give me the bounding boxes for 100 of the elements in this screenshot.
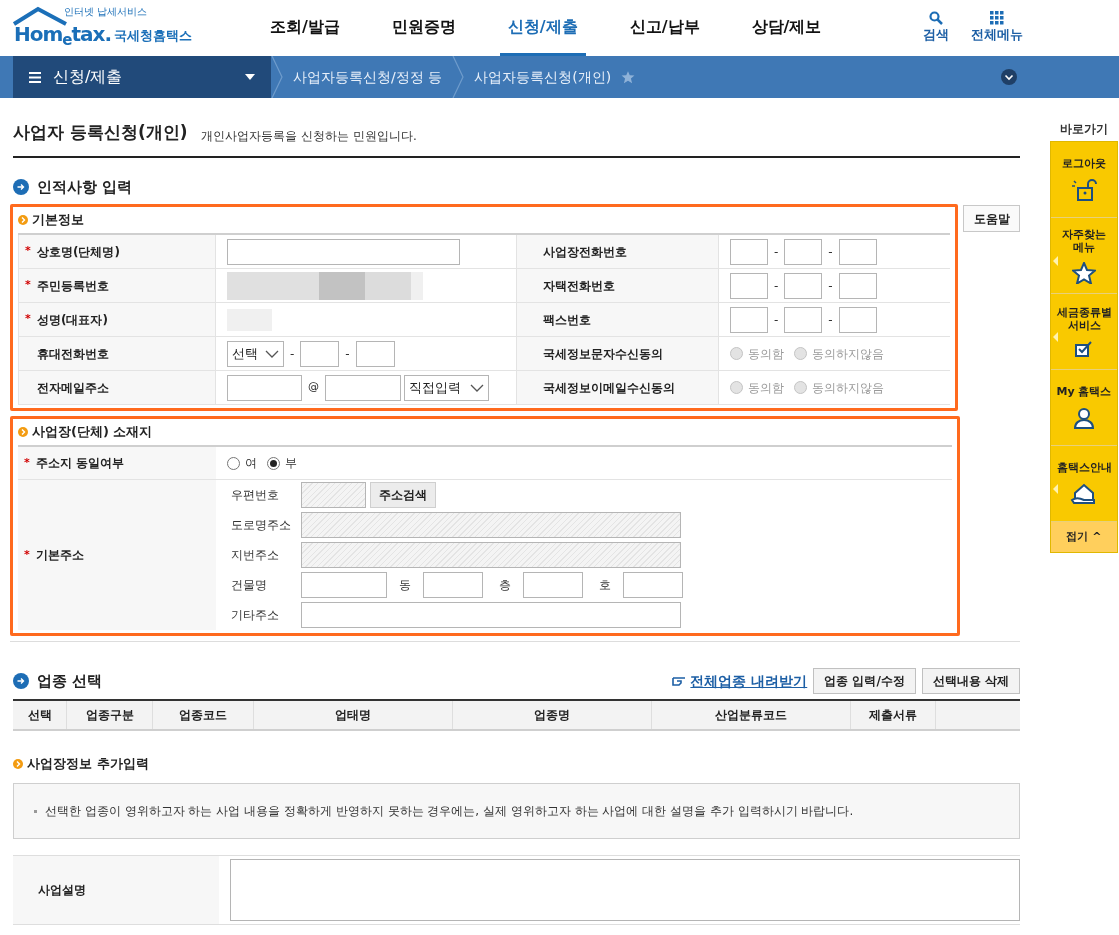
column-header: 업종코드 — [153, 701, 254, 729]
input-field[interactable] — [623, 572, 683, 598]
address-search-button[interactable]: 주소검색 — [370, 482, 436, 508]
quick-menu-item[interactable]: 세금종류별 서비스 — [1051, 294, 1117, 370]
bullet-arrow-icon — [13, 759, 23, 769]
breadcrumb-link[interactable]: 사업자등록신청/정정 등 — [283, 66, 453, 88]
arrow-circle-icon — [13, 178, 29, 195]
field-label: 자택전화번호 — [543, 277, 615, 295]
input-field[interactable] — [730, 306, 768, 333]
menu-dropdown[interactable]: 신청/제출 — [13, 56, 271, 98]
select-dropdown[interactable]: 직접입력 — [404, 374, 489, 401]
input-field[interactable] — [730, 238, 768, 265]
star-icon — [1072, 261, 1096, 284]
page-title: 사업자 등록신청(개인) — [13, 121, 188, 144]
all-menu-button[interactable]: 전체메뉴 — [971, 11, 1023, 45]
dash-separator: - — [827, 243, 834, 261]
field-label: 휴대전화번호 — [37, 345, 109, 363]
radio-button[interactable] — [267, 456, 280, 470]
quick-menu-item[interactable]: My 홈택스 — [1051, 370, 1117, 446]
address-label: 건물명 — [231, 577, 268, 594]
action-button[interactable]: 업종 입력/수정 — [813, 668, 916, 694]
input-field[interactable] — [838, 238, 877, 265]
chevron-down-circle-icon[interactable] — [1001, 69, 1017, 85]
unit-label: 호 — [598, 577, 612, 594]
column-header: 업종구분 — [67, 701, 153, 729]
field-label: 사업장전화번호 — [543, 243, 627, 261]
box-title: 사업장정보 추가입력 — [27, 755, 149, 774]
field-label: 전자메일주소 — [37, 379, 109, 397]
nav-tab[interactable]: 민원증명 — [383, 0, 464, 56]
address-label: 지번주소 — [231, 547, 280, 564]
quick-menu-item[interactable]: 자주찾는 메뉴 — [1051, 218, 1117, 294]
nav-tab[interactable]: 조회/발급 — [262, 0, 348, 56]
column-header: 업태명 — [254, 701, 453, 729]
box-title: 사업장(단체) 소재지 — [32, 423, 153, 442]
select-dropdown[interactable]: 선택 — [227, 340, 284, 367]
person-icon — [1072, 406, 1096, 430]
dash-separator: - — [773, 277, 780, 295]
quick-menu-label: 자주찾는 메뉴 — [1061, 227, 1107, 254]
required-marker: * — [24, 546, 31, 563]
required-marker: * — [25, 277, 32, 294]
chevron-separator-icon — [452, 56, 465, 98]
radio-label: 동의하지않음 — [812, 345, 884, 363]
help-button[interactable]: 도움말 — [963, 205, 1020, 232]
breadcrumb-link[interactable]: 사업자등록신청(개인) — [464, 66, 622, 88]
input-field[interactable] — [300, 340, 340, 367]
chevron-down-icon — [265, 349, 279, 358]
dash-separator: - — [827, 311, 834, 329]
logo-wordmark: Hom$_{e}$tax. — [14, 22, 112, 46]
readonly-field[interactable] — [301, 512, 681, 538]
unlock-icon — [1070, 178, 1098, 202]
input-field[interactable] — [227, 238, 460, 265]
collapse-button[interactable]: 접기 ^ — [1051, 522, 1117, 552]
input-field[interactable] — [355, 340, 395, 367]
left-arrow-icon — [1053, 256, 1058, 266]
star-icon[interactable] — [621, 70, 636, 84]
text-area[interactable] — [230, 859, 1020, 921]
action-button[interactable]: 선택내용 삭제 — [921, 668, 1020, 694]
quick-menu-label: My 홈택스 — [1056, 385, 1112, 398]
grid-menu-icon — [990, 11, 1004, 26]
field-label: 기본주소 — [36, 547, 84, 564]
field-label: 성명(대표자) — [37, 311, 108, 329]
arrow-circle-icon — [13, 673, 29, 689]
input-field[interactable] — [730, 272, 768, 299]
readonly-field[interactable] — [301, 482, 366, 508]
field-label: 팩스번호 — [543, 311, 591, 329]
search-icon — [929, 11, 943, 26]
input-field[interactable] — [838, 272, 877, 299]
radio-label: 동의하지않음 — [812, 379, 884, 397]
readonly-field[interactable] — [301, 542, 681, 568]
field-label: 국세정보문자수신동의 — [543, 345, 663, 363]
field-label: 주민등록번호 — [37, 277, 109, 295]
input-field[interactable] — [325, 374, 401, 401]
input-field[interactable] — [838, 306, 877, 333]
unit-label: 동 — [398, 577, 412, 594]
radio-button[interactable] — [227, 456, 240, 470]
download-link[interactable]: 전체업종 내려받기 — [672, 670, 808, 692]
input-field[interactable] — [784, 306, 823, 333]
input-field[interactable] — [301, 602, 681, 628]
input-field[interactable] — [301, 572, 387, 598]
radio-label: 여 — [245, 455, 257, 472]
radio-label: 동의함 — [748, 379, 784, 397]
radio-label: 동의함 — [748, 345, 784, 363]
search-button[interactable]: 검색 — [923, 11, 949, 45]
logo-tagline: 인터넷 납세서비스 — [64, 6, 148, 18]
left-arrow-icon — [1053, 332, 1058, 342]
input-field[interactable] — [784, 238, 823, 265]
quick-menu-label: 세금종류별 서비스 — [1055, 305, 1113, 332]
field-label: 주소지 동일여부 — [36, 455, 125, 472]
nav-tab[interactable]: 신고/납부 — [621, 0, 708, 56]
page-description: 개인사업자등록을 신청하는 민원입니다. — [201, 127, 417, 145]
nav-tab[interactable]: 상담/제보 — [743, 0, 830, 56]
box-title: 기본정보 — [32, 211, 84, 230]
radio-label: 부 — [285, 455, 297, 472]
quick-menu-item[interactable]: 로그아웃 — [1051, 142, 1117, 218]
input-field[interactable] — [523, 572, 583, 598]
left-arrow-icon — [1053, 484, 1058, 494]
field-label: 국세정보이메일수신동의 — [543, 379, 675, 397]
input-field[interactable] — [784, 272, 823, 299]
input-field[interactable] — [227, 374, 302, 401]
input-field[interactable] — [423, 572, 483, 598]
